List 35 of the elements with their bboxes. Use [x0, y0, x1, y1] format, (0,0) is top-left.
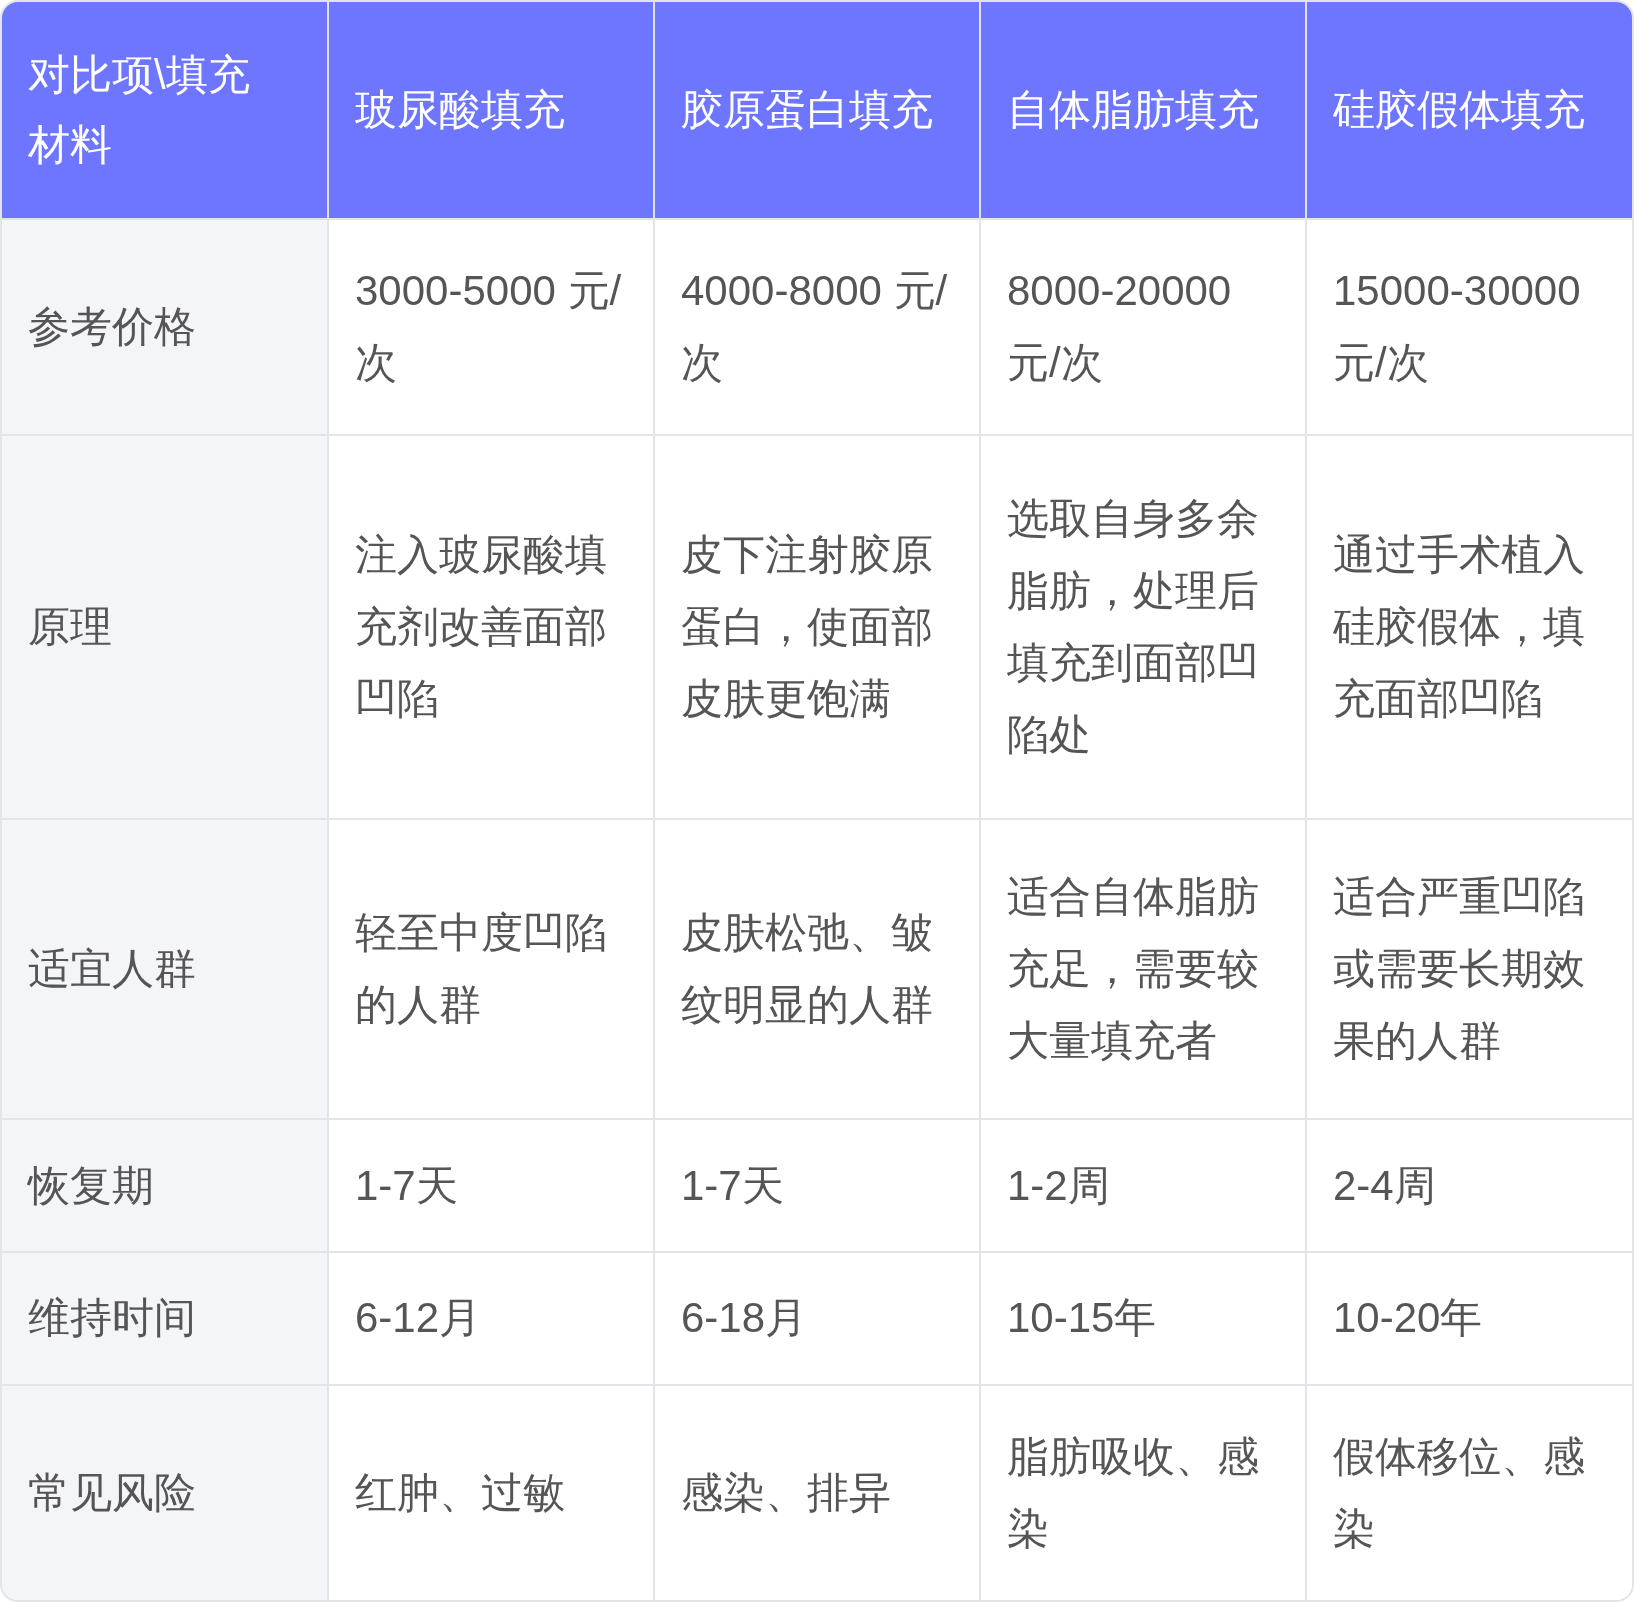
row-label: 参考价格	[2, 219, 328, 436]
table-cell: 10-20年	[1306, 1252, 1632, 1385]
table-cell: 10-15年	[980, 1252, 1306, 1385]
table-cell: 注入玻尿酸填充剂改善面部凹陷	[328, 435, 654, 820]
row-label: 原理	[2, 435, 328, 820]
table-cell: 脂肪吸收、感染	[980, 1384, 1306, 1600]
table-cell: 适合严重凹陷或需要长期效果的人群	[1306, 819, 1632, 1120]
row-label: 适宜人群	[2, 819, 328, 1120]
table-header-cell: 对比项\填充材料	[2, 2, 328, 219]
table-cell: 选取自身多余脂肪，处理后填充到面部凹陷处	[980, 435, 1306, 820]
table-cell: 6-12月	[328, 1252, 654, 1385]
table-cell: 6-18月	[654, 1252, 980, 1385]
row-label: 恢复期	[2, 1119, 328, 1253]
table-cell: 感染、排异	[654, 1384, 980, 1600]
table-cell: 适合自体脂肪充足，需要较大量填充者	[980, 819, 1306, 1120]
table-cell: 1-7天	[654, 1119, 980, 1253]
table-cell: 3000-5000 元/次	[328, 219, 654, 436]
table-cell: 1-7天	[328, 1119, 654, 1253]
table-cell: 红肿、过敏	[328, 1384, 654, 1600]
table-cell: 轻至中度凹陷的人群	[328, 819, 654, 1120]
table-cell: 通过手术植入硅胶假体，填充面部凹陷	[1306, 435, 1632, 820]
table-cell: 1-2周	[980, 1119, 1306, 1253]
table-header-cell: 硅胶假体填充	[1306, 2, 1632, 219]
table-cell: 8000-20000 元/次	[980, 219, 1306, 436]
table-cell: 假体移位、感染	[1306, 1384, 1632, 1600]
row-label: 常见风险	[2, 1384, 328, 1600]
table-cell: 15000-30000 元/次	[1306, 219, 1632, 436]
table-header-cell: 自体脂肪填充	[980, 2, 1306, 219]
table-cell: 皮下注射胶原蛋白，使面部皮肤更饱满	[654, 435, 980, 820]
table-header-cell: 玻尿酸填充	[328, 2, 654, 219]
table-header-cell: 胶原蛋白填充	[654, 2, 980, 219]
table-cell: 皮肤松弛、皱纹明显的人群	[654, 819, 980, 1120]
table-cell: 2-4周	[1306, 1119, 1632, 1253]
table-cell: 4000-8000 元/次	[654, 219, 980, 436]
row-label: 维持时间	[2, 1252, 328, 1385]
